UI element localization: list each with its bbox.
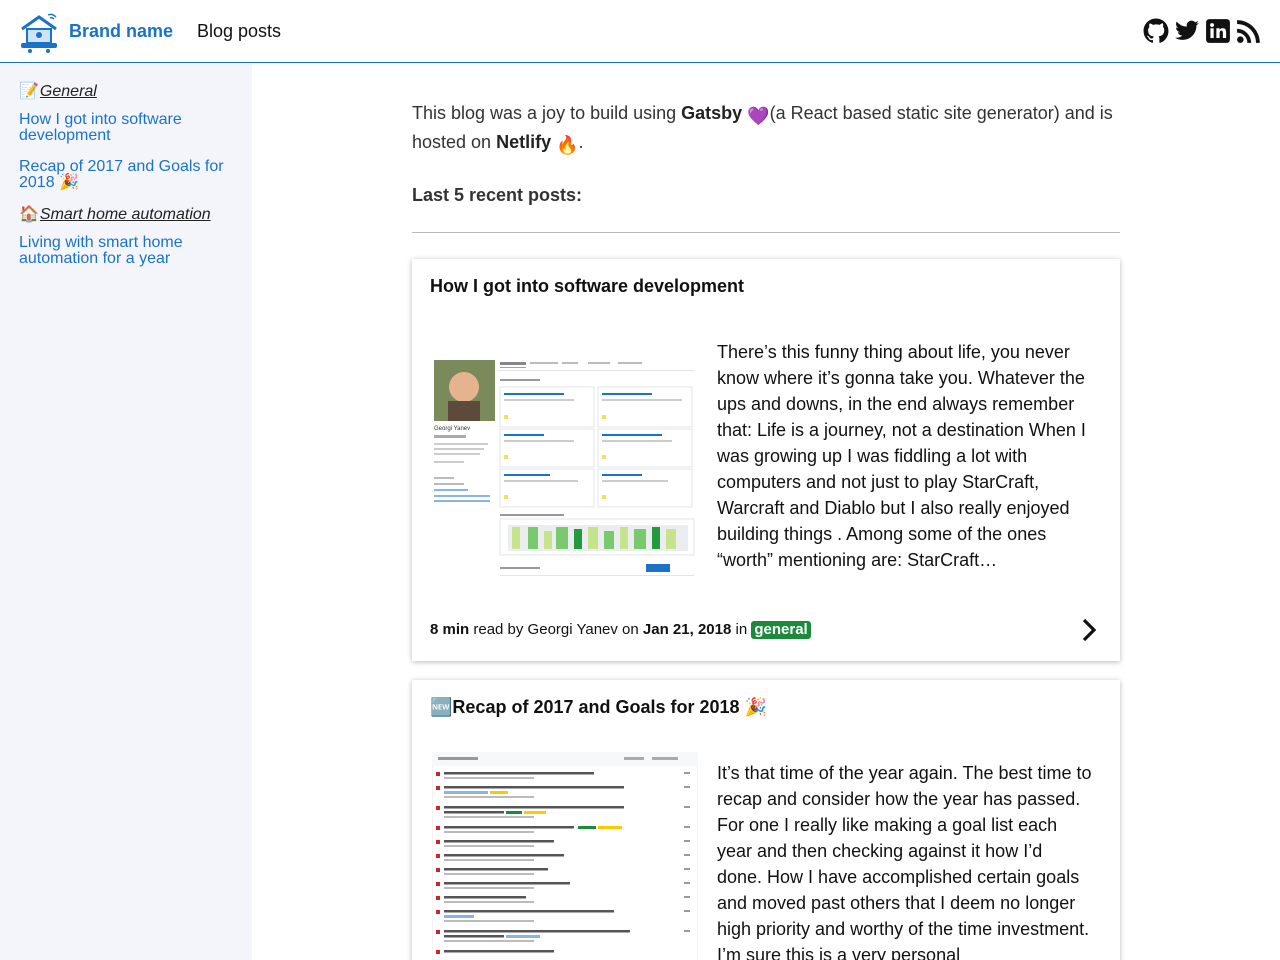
top-nav: Brand name Blog posts — [0, 0, 1280, 63]
post-meta: 8 min read by Georgi Yanev on Jan 21, 20… — [430, 621, 811, 639]
rss-icon[interactable] — [1236, 18, 1262, 44]
read-by-text: read by Georgi Yanev on — [469, 621, 643, 638]
logo-icon[interactable] — [18, 11, 60, 53]
github-icon[interactable] — [1143, 18, 1169, 44]
pull-requests-screenshot — [432, 752, 698, 960]
sidebar-category-label: Smart home automation — [39, 206, 211, 223]
post-card[interactable]: 🆕Recap of 2017 and Goals for 2018 🎉 It’s… — [412, 680, 1120, 960]
brand-link[interactable]: Brand name — [69, 21, 173, 42]
sidebar-category-smart-home[interactable]: 🏠Smart home automation — [19, 204, 211, 224]
recent-posts-heading: Last 5 recent posts: — [412, 185, 583, 205]
sidebar-post-link[interactable]: Recap of 2017 and Goals for 2018 🎉 — [19, 159, 239, 191]
post-excerpt: There’s this funny thing about life, you… — [717, 342, 1086, 570]
post-title[interactable]: 🆕Recap of 2017 and Goals for 2018 🎉 — [430, 697, 767, 718]
sidebar-post-link[interactable]: Living with smart home automation for a … — [19, 235, 239, 267]
fire-icon: 🔥 — [556, 135, 579, 155]
memo-icon: 📝 — [19, 83, 39, 100]
sidebar-category-label: General — [39, 83, 97, 100]
post-excerpt: It’s that time of the year again. The be… — [717, 763, 1092, 960]
netlify-label: Netlify — [496, 132, 552, 152]
sidebar-post-link[interactable]: How I got into software development — [19, 112, 239, 144]
linkedin-icon[interactable] — [1205, 18, 1231, 44]
github-profile-screenshot: Georgi Yanev — [432, 357, 698, 579]
intro-text: This blog was a joy to build using Gatsb… — [412, 100, 1122, 158]
sidebar: 📝General How I got into software develop… — [0, 64, 252, 960]
post-title[interactable]: How I got into software development — [430, 276, 744, 297]
new-icon: 🆕 — [430, 697, 453, 717]
category-tag[interactable]: general — [751, 621, 811, 639]
house-icon: 🏠 — [19, 206, 39, 223]
in-text: in — [731, 621, 752, 638]
twitter-icon[interactable] — [1174, 18, 1200, 44]
contribution-grid — [508, 525, 688, 551]
chevron-right-icon[interactable] — [1080, 617, 1098, 643]
sidebar-category-general[interactable]: 📝General — [19, 81, 97, 101]
post-thumbnail[interactable]: Georgi Yanev — [432, 357, 698, 579]
thumb-name: Georgi Yanev — [434, 426, 470, 432]
intro-text-part: . — [578, 132, 584, 152]
post-thumbnail[interactable] — [432, 752, 698, 960]
nav-blog-posts[interactable]: Blog posts — [197, 21, 281, 42]
divider — [412, 232, 1120, 233]
post-title-text: Recap of 2017 and Goals for 2018 🎉 — [452, 697, 767, 717]
read-time: 8 min — [430, 621, 470, 638]
post-card[interactable]: How I got into software development Geor… — [412, 259, 1120, 661]
gatsby-label: Gatsby — [681, 103, 743, 123]
intro-text-part: This blog was a joy to build using — [412, 103, 682, 123]
purple-heart-icon: 💜 — [747, 106, 770, 126]
post-date: Jan 21, 2018 — [642, 621, 732, 638]
